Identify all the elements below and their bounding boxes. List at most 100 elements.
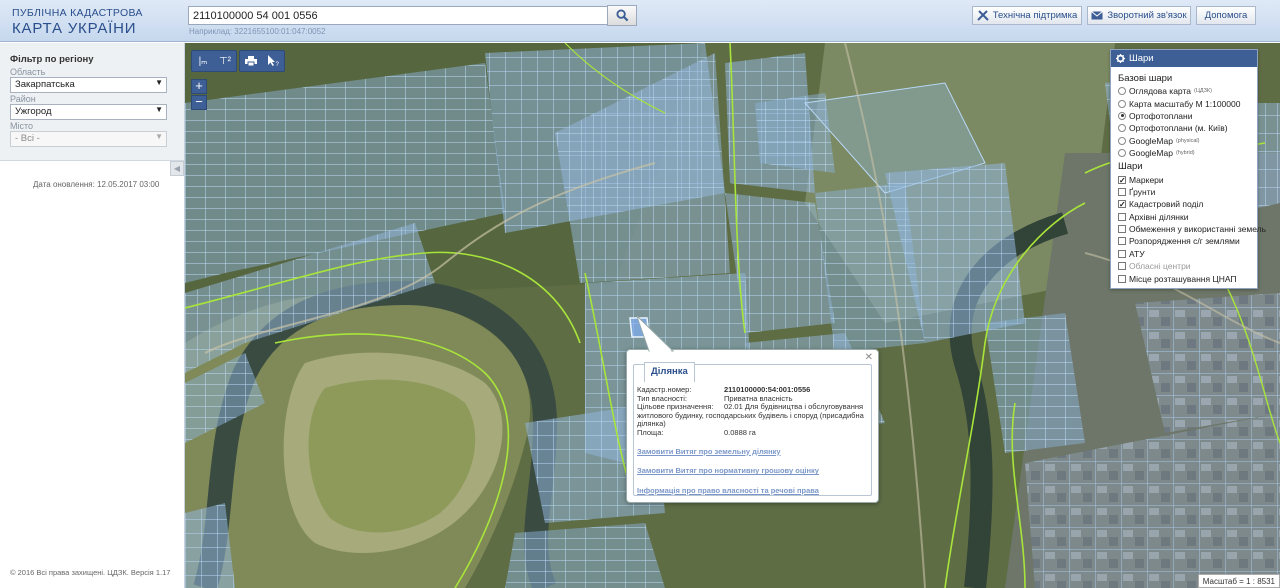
oblast-select[interactable]: Закарпатська ▼	[10, 77, 167, 93]
chevron-down-icon: ▼	[155, 78, 163, 87]
region-filter: Фільтр по регіону Область Закарпатська ▼…	[0, 43, 184, 161]
base-layer-label: GoogleMap	[1129, 135, 1173, 146]
parcel-area-key: Площа:	[637, 427, 664, 437]
popup-pointer	[637, 316, 675, 352]
checkbox[interactable]	[1118, 225, 1126, 234]
radio-button[interactable]	[1118, 149, 1126, 158]
radio-button[interactable]	[1118, 99, 1126, 108]
layers-body: Базові шари Оглядова карта (ЦДЗК) Карта ма…	[1111, 67, 1266, 285]
oblast-value: Закарпатська	[15, 79, 75, 90]
base-layer-option[interactable]: Карта масштабу М 1:100000	[1118, 97, 1257, 109]
checkbox[interactable]	[1118, 249, 1126, 258]
checkbox[interactable]	[1118, 262, 1126, 271]
left-panel: Фільтр по регіону Область Закарпатська ▼…	[0, 43, 185, 588]
chevron-down-icon: ▼	[155, 105, 163, 114]
area-icon: ⊤²	[218, 55, 232, 67]
identify-button[interactable]: ?	[262, 51, 284, 71]
map-viewport[interactable]: |ₘ ⊤² ? + − Шари Базові шари Оглядова ка…	[185, 43, 1280, 588]
zoom-control: + −	[191, 79, 207, 111]
feedback-button[interactable]: Зворотний зв'язок	[1087, 6, 1191, 25]
zoom-out-button[interactable]: −	[191, 95, 207, 110]
base-layer-sup: (hybrid)	[1175, 150, 1195, 157]
overlay-layer-label: Кадастровий поділ	[1129, 199, 1204, 210]
overlay-layer-option[interactable]: АТУ	[1118, 248, 1257, 260]
map-toolbar: |ₘ ⊤² ?	[191, 50, 285, 72]
ownership-info-link[interactable]: Інформація про право власності та речові…	[637, 486, 870, 496]
overlay-layer-label: Місце розташування ЦНАП	[1129, 273, 1237, 284]
measure-area-button[interactable]: ⊤²	[214, 51, 236, 71]
checkbox[interactable]	[1118, 175, 1126, 184]
envelope-icon	[1091, 11, 1104, 20]
checkbox[interactable]	[1118, 187, 1126, 196]
overlay-layer-option[interactable]: Кадастровий поділ	[1118, 198, 1257, 210]
close-icon[interactable]: ✕	[865, 352, 873, 363]
parcel-info: Кадастр.номер: 2110100000:54:001:0556 Тип …	[637, 385, 870, 496]
measure-distance-button[interactable]: |ₘ	[192, 51, 214, 71]
overlay-layer-option[interactable]: Маркери	[1118, 173, 1257, 185]
cursor-question-icon: ?	[267, 55, 279, 67]
overlay-layer-option[interactable]: Ґрунти	[1118, 186, 1257, 198]
overlay-layer-option[interactable]: Місце розташування ЦНАП	[1118, 272, 1257, 284]
tab-parcel[interactable]: Ділянка	[644, 362, 695, 382]
printer-icon	[245, 56, 257, 66]
layers-title: Шари	[1129, 53, 1154, 64]
overlay-layer-option[interactable]: Розпорядження с/г землями	[1118, 235, 1257, 247]
brand-line2: КАРТА УКРАЇНИ	[12, 19, 137, 37]
overlay-layer-label: АТУ	[1129, 248, 1145, 259]
tech-support-button[interactable]: Технічна підтримка	[972, 6, 1082, 25]
print-button[interactable]	[240, 51, 262, 71]
zoom-in-button[interactable]: +	[191, 79, 207, 94]
order-valuation-extract-link[interactable]: Замовити Витяг про нормативну грошову оц…	[637, 467, 870, 476]
search-icon	[615, 9, 628, 22]
site-logo[interactable]: ПУБЛІЧНА КАДАСТРОВА КАРТА УКРАЇНИ	[12, 8, 143, 36]
overlay-layer-label: Розпорядження с/г землями	[1129, 236, 1240, 247]
radio-button[interactable]	[1118, 111, 1126, 120]
parcel-info-rows: Кадастр.номер: 2110100000:54:001:0556 Тип …	[637, 385, 870, 412]
order-parcel-extract-link[interactable]: Замовити Витяг про земельну ділянку	[637, 447, 870, 457]
layers-header[interactable]: Шари	[1111, 50, 1257, 67]
misto-label: Місто	[10, 121, 34, 131]
checkbox[interactable]	[1118, 274, 1126, 283]
overlay-layers-title: Шари	[1118, 161, 1143, 173]
base-layer-label: Оглядова карта	[1129, 86, 1191, 97]
base-layers-title: Базові шари	[1118, 73, 1173, 84]
tech-support-label: Технічна підтримка	[992, 10, 1078, 21]
overlay-layer-option[interactable]: Обласні центри	[1118, 260, 1257, 272]
raion-label: Район	[10, 94, 36, 104]
parcel-purpose-cont-text: житлового будинку, господарських будівел…	[637, 410, 864, 429]
radio-button[interactable]	[1118, 124, 1126, 133]
base-layer-option[interactable]: Ортофотоплани	[1118, 110, 1257, 122]
radio-button[interactable]	[1118, 87, 1126, 96]
base-layer-option[interactable]: GoogleMap (hybrid)	[1118, 147, 1257, 159]
cadastral-search-input[interactable]	[188, 6, 608, 25]
update-date: Дата оновлення: 12.05.2017 03:00	[33, 180, 160, 189]
overlay-layers-list: МаркериҐрунти Кадастровий поділАрхівні ді…	[1118, 173, 1266, 285]
parcel-popup: ✕ Ділянка Кадастр.номер: 2110100000:54:00…	[626, 316, 879, 503]
base-layer-option[interactable]: Ортофотоплани (м. Київ)	[1118, 122, 1257, 134]
base-layers-list: Оглядова карта (ЦДЗК) Карта масштабу М 1:1…	[1118, 85, 1257, 159]
base-layer-option[interactable]: Оглядова карта (ЦДЗК)	[1118, 85, 1257, 97]
overlay-layer-option[interactable]: Архівні ділянки	[1118, 211, 1257, 223]
overlay-layer-option[interactable]: Обмеження у використанні земель	[1118, 223, 1266, 235]
base-layer-sup: (physical)	[1175, 137, 1200, 144]
chevron-down-icon: ▼	[155, 132, 163, 141]
checkbox[interactable]	[1118, 200, 1126, 209]
checkbox[interactable]	[1118, 212, 1126, 221]
misto-select[interactable]: - Всі - ▼	[10, 131, 167, 147]
svg-text:?: ?	[275, 62, 279, 67]
help-button[interactable]: Допомога	[1196, 6, 1256, 25]
checkbox[interactable]	[1118, 237, 1126, 246]
radio-button[interactable]	[1118, 136, 1126, 145]
search-button[interactable]	[607, 5, 637, 26]
copyright: © 2016 Всі права захищені. ЦДЗК. Версія …	[10, 568, 171, 577]
raion-select[interactable]: Ужгород ▼	[10, 104, 167, 120]
raion-value: Ужгород	[15, 106, 52, 117]
collapse-panel-button[interactable]: ◀	[170, 161, 184, 176]
base-layer-label: GoogleMap	[1129, 148, 1173, 159]
base-layer-option[interactable]: GoogleMap (physical)	[1118, 135, 1257, 147]
search-hint: Наприклад: 3221655100:01:047:0052	[189, 27, 326, 36]
print-tools: ?	[239, 50, 285, 72]
overlay-layer-label: Маркери	[1129, 174, 1164, 185]
tools-icon	[977, 9, 989, 21]
layers-panel: Шари Базові шари Оглядова карта (ЦДЗК) Кар…	[1110, 49, 1266, 289]
